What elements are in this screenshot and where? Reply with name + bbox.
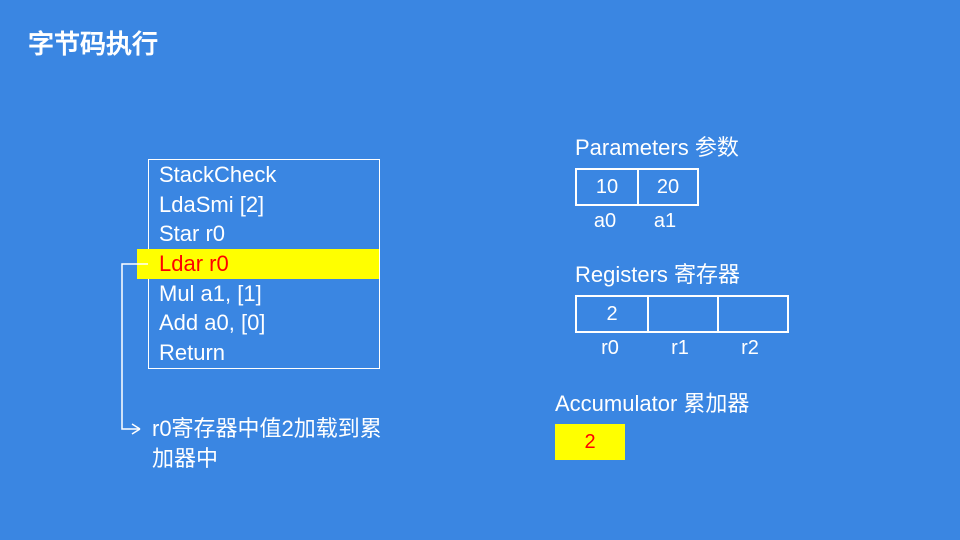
parameters-block: Parameters 参数 10 20 a0 a1: [555, 130, 905, 233]
registers-labels: r0 r1 r2: [575, 337, 905, 360]
registers-cells: 2: [575, 295, 789, 333]
bytecode-line: Star r0: [149, 219, 379, 249]
parameters-cells: 10 20: [575, 168, 699, 206]
accumulator-block: Accumulator 累加器 2: [555, 386, 905, 460]
bytecode-line-current: Ldar r0: [137, 249, 379, 279]
register-label: r0: [575, 337, 645, 360]
register-cell: [717, 297, 787, 331]
registers-block: Registers 寄存器 2 r0 r1 r2: [555, 257, 905, 360]
state-panel: Parameters 参数 10 20 a0 a1 Registers 寄存器 …: [555, 130, 905, 460]
register-cell: [647, 297, 717, 331]
bytecode-line: LdaSmi [2]: [149, 190, 379, 220]
register-cell: 2: [577, 297, 647, 331]
parameters-labels: a0 a1: [575, 210, 905, 233]
page-title: 字节码执行: [28, 24, 158, 61]
bytecode-line: Mul a1, [1]: [149, 279, 379, 309]
accumulator-cell: 2: [555, 424, 625, 460]
parameters-title: Parameters 参数: [575, 130, 905, 162]
bytecode-line: StackCheck: [149, 160, 379, 190]
bytecode-line: Add a0, [0]: [149, 308, 379, 338]
param-label: a0: [575, 210, 635, 233]
step-caption: r0寄存器中值2加载到累加器中: [152, 414, 402, 473]
register-label: r1: [645, 337, 715, 360]
bytecode-listing: StackCheck LdaSmi [2] Star r0 Ldar r0 Mu…: [148, 159, 380, 369]
registers-title: Registers 寄存器: [575, 257, 905, 289]
bytecode-line: Return: [149, 338, 379, 368]
accumulator-title: Accumulator 累加器: [555, 386, 905, 418]
param-cell: 10: [577, 170, 637, 204]
register-label: r2: [715, 337, 785, 360]
param-label: a1: [635, 210, 695, 233]
param-cell: 20: [637, 170, 697, 204]
